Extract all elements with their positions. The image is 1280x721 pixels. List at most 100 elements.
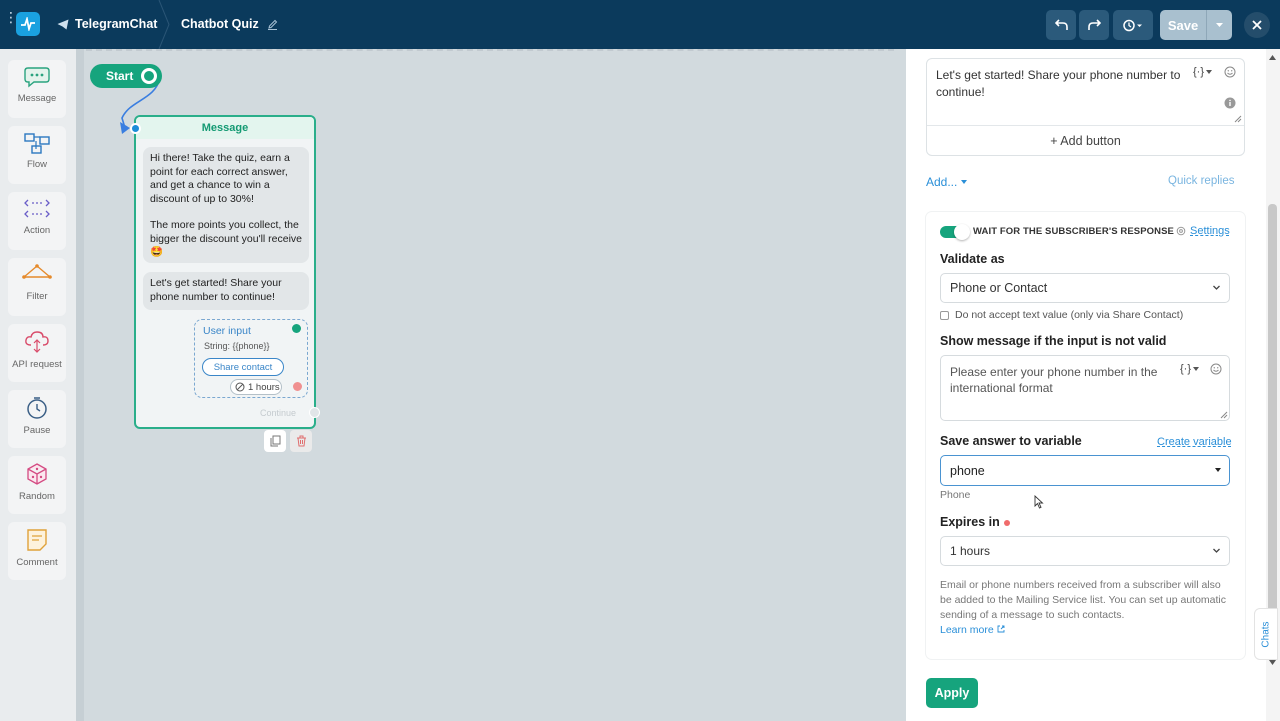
text-value-checkbox[interactable] — [940, 310, 949, 320]
chats-tab-label: Chats — [1260, 620, 1272, 648]
scroll-up-icon[interactable] — [1269, 55, 1276, 60]
message-node-header: Message — [136, 117, 314, 139]
flow-icon — [24, 133, 50, 154]
comment-icon — [27, 529, 47, 551]
variables-icon: {·} — [1180, 363, 1192, 375]
save-options-button[interactable] — [1206, 10, 1232, 40]
external-link-icon — [997, 625, 1005, 633]
resize-handle-icon[interactable] — [1220, 411, 1228, 419]
message-node-input-connector[interactable] — [130, 123, 141, 134]
invalid-message-editor[interactable]: Please enter your phone number in the in… — [940, 355, 1230, 421]
learn-more-label: Learn more — [940, 624, 994, 636]
redo-icon — [1087, 19, 1101, 30]
quick-replies-link[interactable]: Quick replies — [1168, 175, 1234, 187]
copy-icon — [270, 435, 280, 447]
variable-select[interactable]: phone — [940, 455, 1230, 486]
chevron-down-icon — [961, 180, 968, 184]
start-connector[interactable] — [141, 68, 157, 84]
resize-handle-icon[interactable] — [1234, 115, 1242, 123]
bubble-text: Hi there! Take the quiz, earn a point fo… — [150, 152, 290, 205]
undo-icon — [1054, 19, 1068, 30]
wait-response-section: WAIT FOR THE SUBSCRIBER'S RESPONSE Setti… — [926, 212, 1245, 659]
add-button-button[interactable]: + Add button — [927, 125, 1244, 155]
bot-name: TelegramChat — [75, 17, 158, 31]
continue-connector[interactable] — [309, 407, 320, 418]
random-icon — [27, 463, 47, 485]
message-node[interactable]: Message Hi there! Take the quiz, earn a … — [130, 115, 320, 429]
bubble-text: The more points you collect, the bigger … — [150, 219, 303, 258]
toggle-knob — [954, 224, 970, 240]
sidebar-item-filter[interactable]: Filter — [8, 258, 66, 316]
sidebar-item-message[interactable]: Message — [8, 60, 66, 118]
user-input-string: String: {{phone}} — [204, 341, 270, 351]
variables-button[interactable]: {·} — [1180, 363, 1200, 375]
app-logo-icon[interactable] — [16, 12, 40, 36]
sidebar-item-flow[interactable]: Flow — [8, 126, 66, 184]
add-menu-link[interactable]: Add... — [926, 175, 968, 189]
user-input-block[interactable]: User input String: {{phone}} Share conta… — [194, 319, 308, 398]
learn-more-link[interactable]: Learn more — [940, 624, 1005, 636]
trash-icon — [296, 435, 306, 447]
copy-node-button[interactable] — [264, 430, 286, 452]
wait-settings-link[interactable]: Settings — [1176, 225, 1230, 237]
scroll-down-icon[interactable] — [1269, 660, 1276, 665]
chevron-down-icon — [1206, 70, 1213, 74]
app-menu-icon[interactable]: ⋮ — [4, 10, 18, 36]
chevron-down-icon — [1213, 548, 1220, 553]
required-dot — [1003, 519, 1010, 526]
emoji-icon[interactable] — [1210, 363, 1222, 375]
message-text[interactable]: Let's get started! Share your phone numb… — [936, 67, 1186, 101]
text-value-checkbox-row[interactable]: Do not accept text value (only via Share… — [940, 309, 1183, 321]
mailing-note: Email or phone numbers received from a s… — [940, 578, 1235, 638]
mouse-cursor-icon — [1034, 495, 1044, 509]
close-icon — [1252, 20, 1262, 30]
chats-tab[interactable]: Chats — [1254, 608, 1278, 660]
canvas-dashed-border — [86, 49, 894, 51]
close-button[interactable] — [1244, 12, 1270, 38]
expiry-connector[interactable] — [293, 382, 302, 391]
scrollbar-thumb[interactable] — [1268, 204, 1277, 614]
sidebar-item-label: Flow — [26, 159, 48, 170]
expires-select[interactable]: 1 hours — [940, 536, 1230, 566]
info-icon[interactable] — [1224, 97, 1236, 109]
sidebar-item-api-request[interactable]: API request — [8, 324, 66, 382]
sidebar-item-action[interactable]: Action — [8, 192, 66, 250]
create-variable-link[interactable]: Create variable — [1157, 436, 1232, 448]
message-text-editor[interactable]: Let's get started! Share your phone numb… — [926, 58, 1245, 156]
emoji-icon[interactable] — [1224, 66, 1236, 78]
save-variable-label: Save answer to variable — [940, 434, 1082, 448]
redo-button[interactable] — [1079, 10, 1109, 40]
variable-value: phone — [950, 463, 985, 478]
message-bubble: Let's get started! Share your phone numb… — [143, 272, 309, 310]
validate-as-select[interactable]: Phone or Contact — [940, 273, 1230, 303]
wait-response-toggle[interactable] — [940, 224, 970, 240]
sidebar-item-comment[interactable]: Comment — [8, 522, 66, 580]
api-request-icon — [25, 331, 49, 353]
save-button[interactable]: Save — [1160, 10, 1206, 40]
expiry-clock-icon — [235, 382, 245, 392]
validate-as-label: Validate as — [940, 252, 1005, 266]
variable-hint: Phone — [940, 489, 971, 501]
sidebar-item-label: Pause — [23, 425, 51, 436]
user-input-connector[interactable] — [292, 324, 301, 333]
message-icon — [24, 67, 50, 88]
filter-icon — [22, 264, 52, 279]
expires-value: 1 hours — [950, 544, 991, 558]
breadcrumb-bot[interactable]: TelegramChat — [57, 17, 157, 31]
sidebar-item-random[interactable]: Random — [8, 456, 66, 514]
start-node[interactable]: Start — [90, 64, 162, 88]
invalid-message-text[interactable]: Please enter your phone number in the in… — [950, 364, 1180, 396]
share-contact-button[interactable]: Share contact — [202, 358, 284, 376]
undo-button[interactable] — [1046, 10, 1076, 40]
edit-pencil-icon[interactable] — [267, 19, 278, 30]
delete-node-button[interactable] — [290, 430, 312, 452]
gear-icon — [1176, 226, 1186, 236]
expires-label: Expires in — [940, 515, 1010, 529]
variables-button[interactable]: {·} — [1193, 66, 1213, 78]
chevron-down-icon — [1216, 23, 1223, 27]
sidebar-item-pause[interactable]: Pause — [8, 390, 66, 448]
validate-as-value: Phone or Contact — [950, 281, 1048, 295]
history-button[interactable] — [1113, 10, 1153, 40]
apply-button[interactable]: Apply — [926, 678, 978, 708]
telegram-icon — [57, 19, 69, 29]
